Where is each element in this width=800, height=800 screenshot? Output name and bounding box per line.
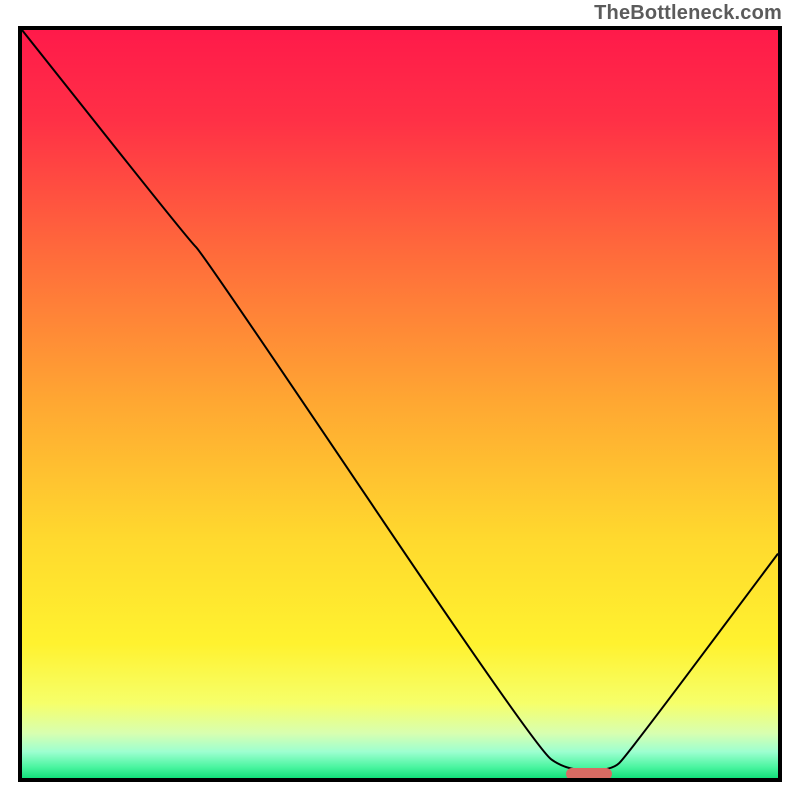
- chart-frame: [18, 26, 782, 782]
- optimal-range-marker: [566, 768, 611, 780]
- watermark-text: TheBottleneck.com: [594, 2, 782, 25]
- chart-plot-svg: [22, 30, 778, 778]
- chart-background: [22, 30, 778, 778]
